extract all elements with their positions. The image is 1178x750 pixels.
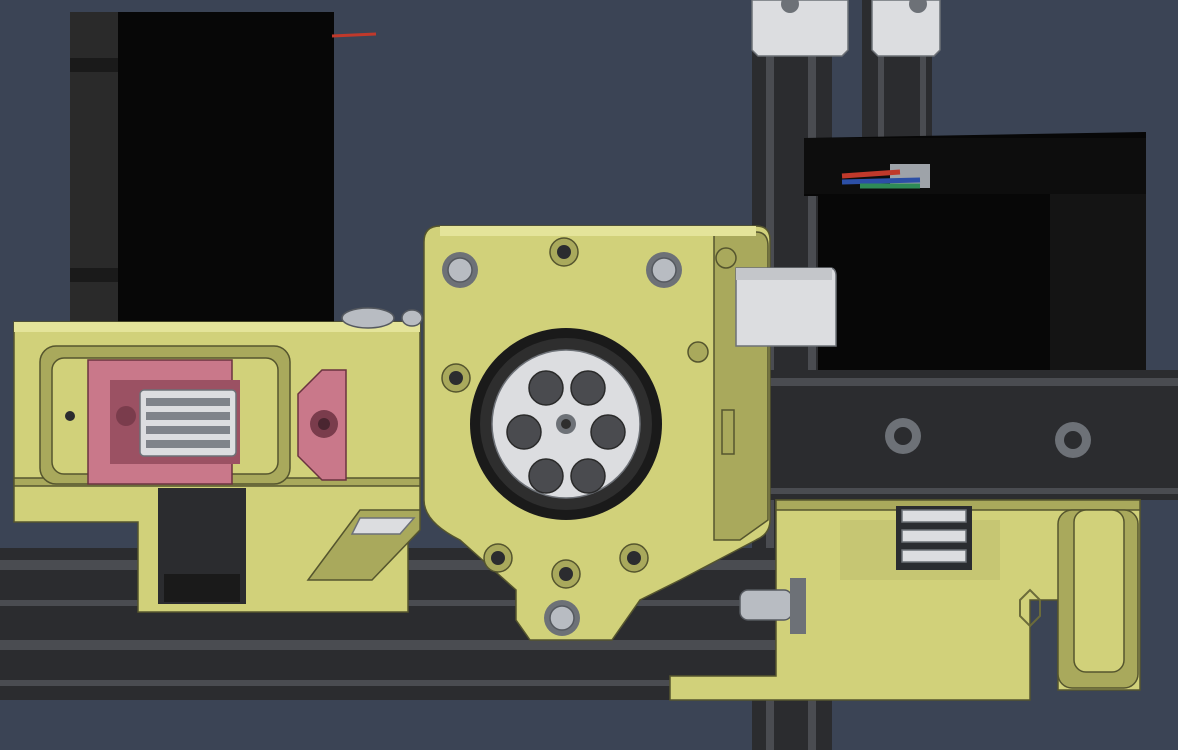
left-stepper-motor	[70, 12, 377, 332]
gt2-pulley	[139, 389, 237, 457]
filament-inlet-block	[735, 267, 837, 347]
top-gantry-brackets	[751, 0, 941, 57]
cad-render-viewport	[0, 0, 1178, 750]
belt-idler-pulley	[896, 506, 972, 570]
top-screw-heads	[341, 307, 423, 329]
motor-wire	[331, 32, 377, 38]
printer-toolhead-cad-render	[0, 0, 1178, 750]
extruder-drive-gear-window	[470, 328, 662, 520]
belt-clamp-block	[158, 488, 246, 604]
x-beam-extrusion	[748, 370, 1178, 500]
right-stepper-motor	[804, 132, 1146, 380]
